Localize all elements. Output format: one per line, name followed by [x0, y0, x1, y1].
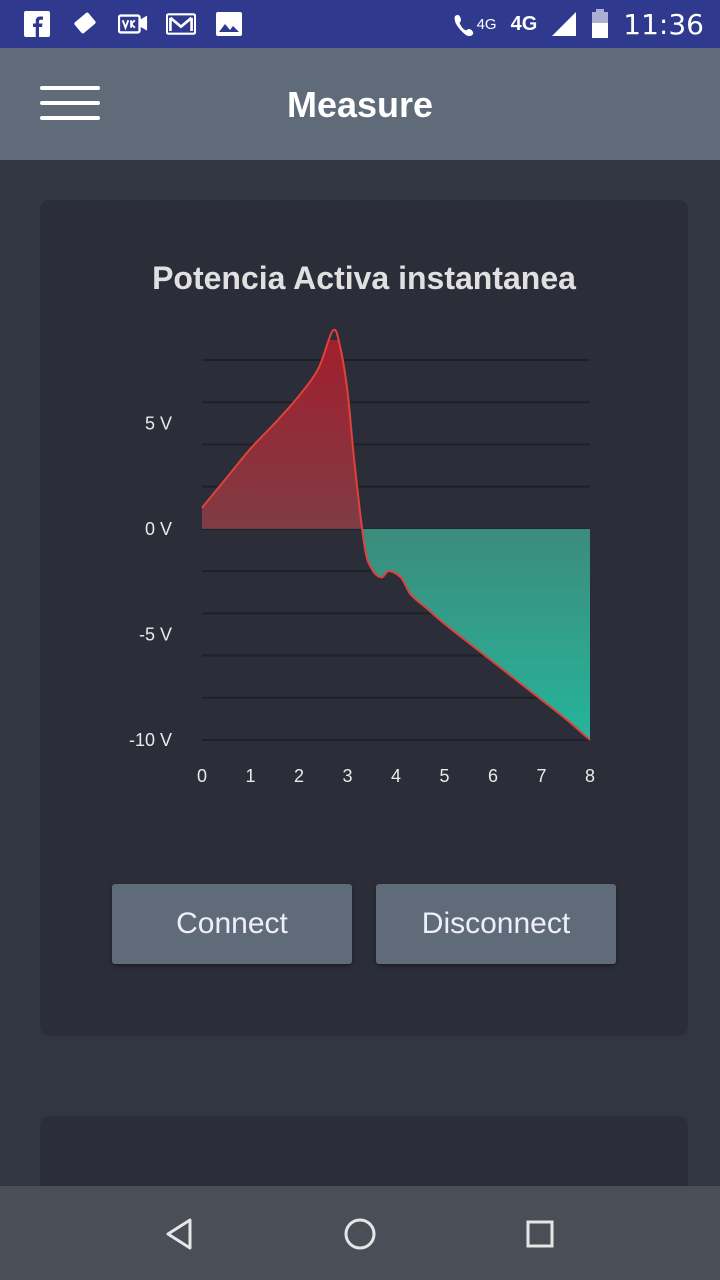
- page-title: Measure: [286, 84, 434, 125]
- y-tick-label: 5 V: [145, 413, 172, 433]
- home-icon[interactable]: [340, 1214, 380, 1254]
- network-type: 4G: [510, 12, 538, 35]
- status-indicators: 4G 4G 11:36: [453, 6, 704, 42]
- chart-card: Potencia Activa instantanea 5 V0 V -5 V -1…: [40, 200, 688, 1036]
- x-tick-label: 7: [536, 766, 546, 786]
- gmail-icon: [166, 10, 196, 38]
- x-tick-label: 3: [342, 766, 352, 786]
- facebook-icon: [22, 10, 52, 38]
- y-tick-label: -10 V: [129, 730, 172, 750]
- volte-indicator: 4G: [453, 11, 497, 37]
- y-tick-label: 0 V: [145, 519, 172, 539]
- x-tick-label: 5: [439, 766, 449, 786]
- disconnect-button[interactable]: Disconnect: [376, 884, 616, 964]
- x-tick-label: 8: [585, 766, 595, 786]
- y-tick-label: -5 V: [139, 624, 172, 644]
- tag-icon: [70, 10, 100, 38]
- back-icon[interactable]: [160, 1214, 200, 1254]
- x-tick-label: 1: [245, 766, 255, 786]
- x-axis-ticks: 0 1 2 3 4 5 6 7 8: [197, 766, 595, 786]
- phone-icon: [454, 14, 473, 37]
- connect-button[interactable]: Connect: [112, 884, 352, 964]
- x-tick-label: 6: [488, 766, 498, 786]
- chart-areas: [201, 328, 591, 741]
- navigation-bar: [0, 1186, 720, 1280]
- x-tick-label: 4: [391, 766, 401, 786]
- recents-icon[interactable]: [520, 1214, 560, 1254]
- volte-label: 4G: [476, 15, 497, 33]
- gallery-icon: [214, 10, 244, 38]
- vk-icon: [118, 10, 148, 38]
- notification-icons: [22, 10, 244, 38]
- signal-icon: [552, 12, 577, 36]
- y-axis-ticks: 5 V 0 V -5 V -10 V: [129, 413, 172, 750]
- clock: 11:36: [623, 7, 704, 41]
- battery-icon: [592, 9, 609, 38]
- chart: 5 V 0 V -5 V -10 V 0 1 2 3 4 5 6 7 8: [129, 328, 595, 786]
- app-bar: Measure: [0, 48, 720, 160]
- negative-area: [202, 528, 590, 740]
- status-bar: 4G 4G 11:36: [0, 0, 720, 48]
- x-tick-label: 0: [197, 766, 207, 786]
- x-tick-label: 2: [294, 766, 304, 786]
